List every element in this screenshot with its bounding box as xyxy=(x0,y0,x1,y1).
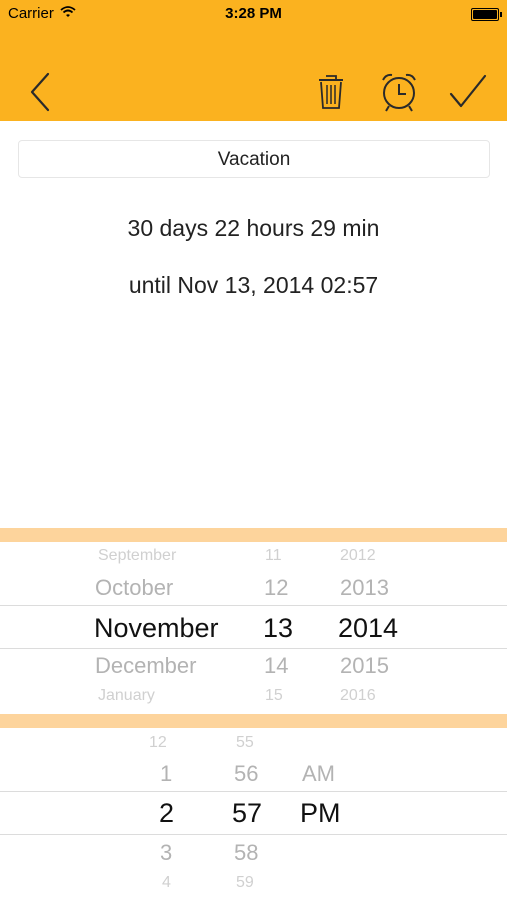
date-picker[interactable]: September October November December Janu… xyxy=(0,542,507,714)
status-bar: Carrier 3:28 PM xyxy=(0,0,507,28)
battery-icon xyxy=(471,8,502,21)
picker-divider-top xyxy=(0,528,507,542)
picker-option[interactable]: 4 xyxy=(162,874,171,892)
picker-option-selected[interactable]: November xyxy=(94,613,219,644)
selection-line-bottom xyxy=(0,834,507,835)
picker-option[interactable]: 55 xyxy=(236,734,254,752)
picker-option-selected[interactable]: PM xyxy=(300,798,341,829)
picker-option[interactable]: 58 xyxy=(234,840,258,866)
confirm-button[interactable] xyxy=(446,70,490,114)
until-date-text: until Nov 13, 2014 02:57 xyxy=(128,272,379,298)
picker-option[interactable]: 12 xyxy=(149,734,167,752)
header-bar: Carrier 3:28 PM xyxy=(0,0,507,121)
back-button[interactable] xyxy=(22,70,58,114)
picker-option[interactable]: 3 xyxy=(160,840,172,866)
status-time: 3:28 PM xyxy=(225,5,282,22)
picker-option[interactable]: 2012 xyxy=(340,547,376,565)
alarm-button[interactable] xyxy=(378,70,420,114)
checkmark-icon xyxy=(449,74,487,108)
picker-option[interactable]: January xyxy=(98,687,155,705)
event-name-field[interactable]: Vacation xyxy=(18,140,490,178)
selection-line-bottom xyxy=(0,648,507,649)
picker-option-selected[interactable]: 2 xyxy=(159,798,174,829)
picker-option-selected[interactable]: 2014 xyxy=(338,613,398,644)
picker-option[interactable]: 15 xyxy=(265,687,283,705)
alarm-clock-icon xyxy=(382,73,416,112)
picker-option[interactable]: 12 xyxy=(264,575,288,601)
selection-line-top xyxy=(0,605,507,606)
picker-option[interactable]: 2016 xyxy=(340,687,376,705)
selection-line-top xyxy=(0,791,507,792)
picker-option[interactable]: September xyxy=(98,547,176,565)
picker-divider-bottom xyxy=(0,714,507,728)
chevron-left-icon xyxy=(30,72,50,112)
picker-option[interactable]: 2013 xyxy=(340,575,389,601)
picker-option[interactable]: AM xyxy=(302,761,335,787)
picker-option[interactable]: December xyxy=(95,653,196,679)
picker-option[interactable]: 11 xyxy=(265,547,282,565)
trash-icon xyxy=(319,75,343,109)
picker-option[interactable]: October xyxy=(95,575,173,601)
picker-option-selected[interactable]: 57 xyxy=(232,798,262,829)
picker-option-selected[interactable]: 13 xyxy=(263,613,293,644)
picker-option[interactable]: 1 xyxy=(160,761,172,787)
time-picker[interactable]: 12 1 2 3 4 55 56 57 58 59 AM PM xyxy=(0,728,507,900)
delete-button[interactable] xyxy=(313,70,349,114)
picker-option[interactable]: 14 xyxy=(264,653,288,679)
countdown-text: 30 days 22 hours 29 min xyxy=(127,215,380,241)
picker-option[interactable]: 59 xyxy=(236,874,254,892)
picker-option[interactable]: 2015 xyxy=(340,653,389,679)
picker-option[interactable]: 56 xyxy=(234,761,258,787)
